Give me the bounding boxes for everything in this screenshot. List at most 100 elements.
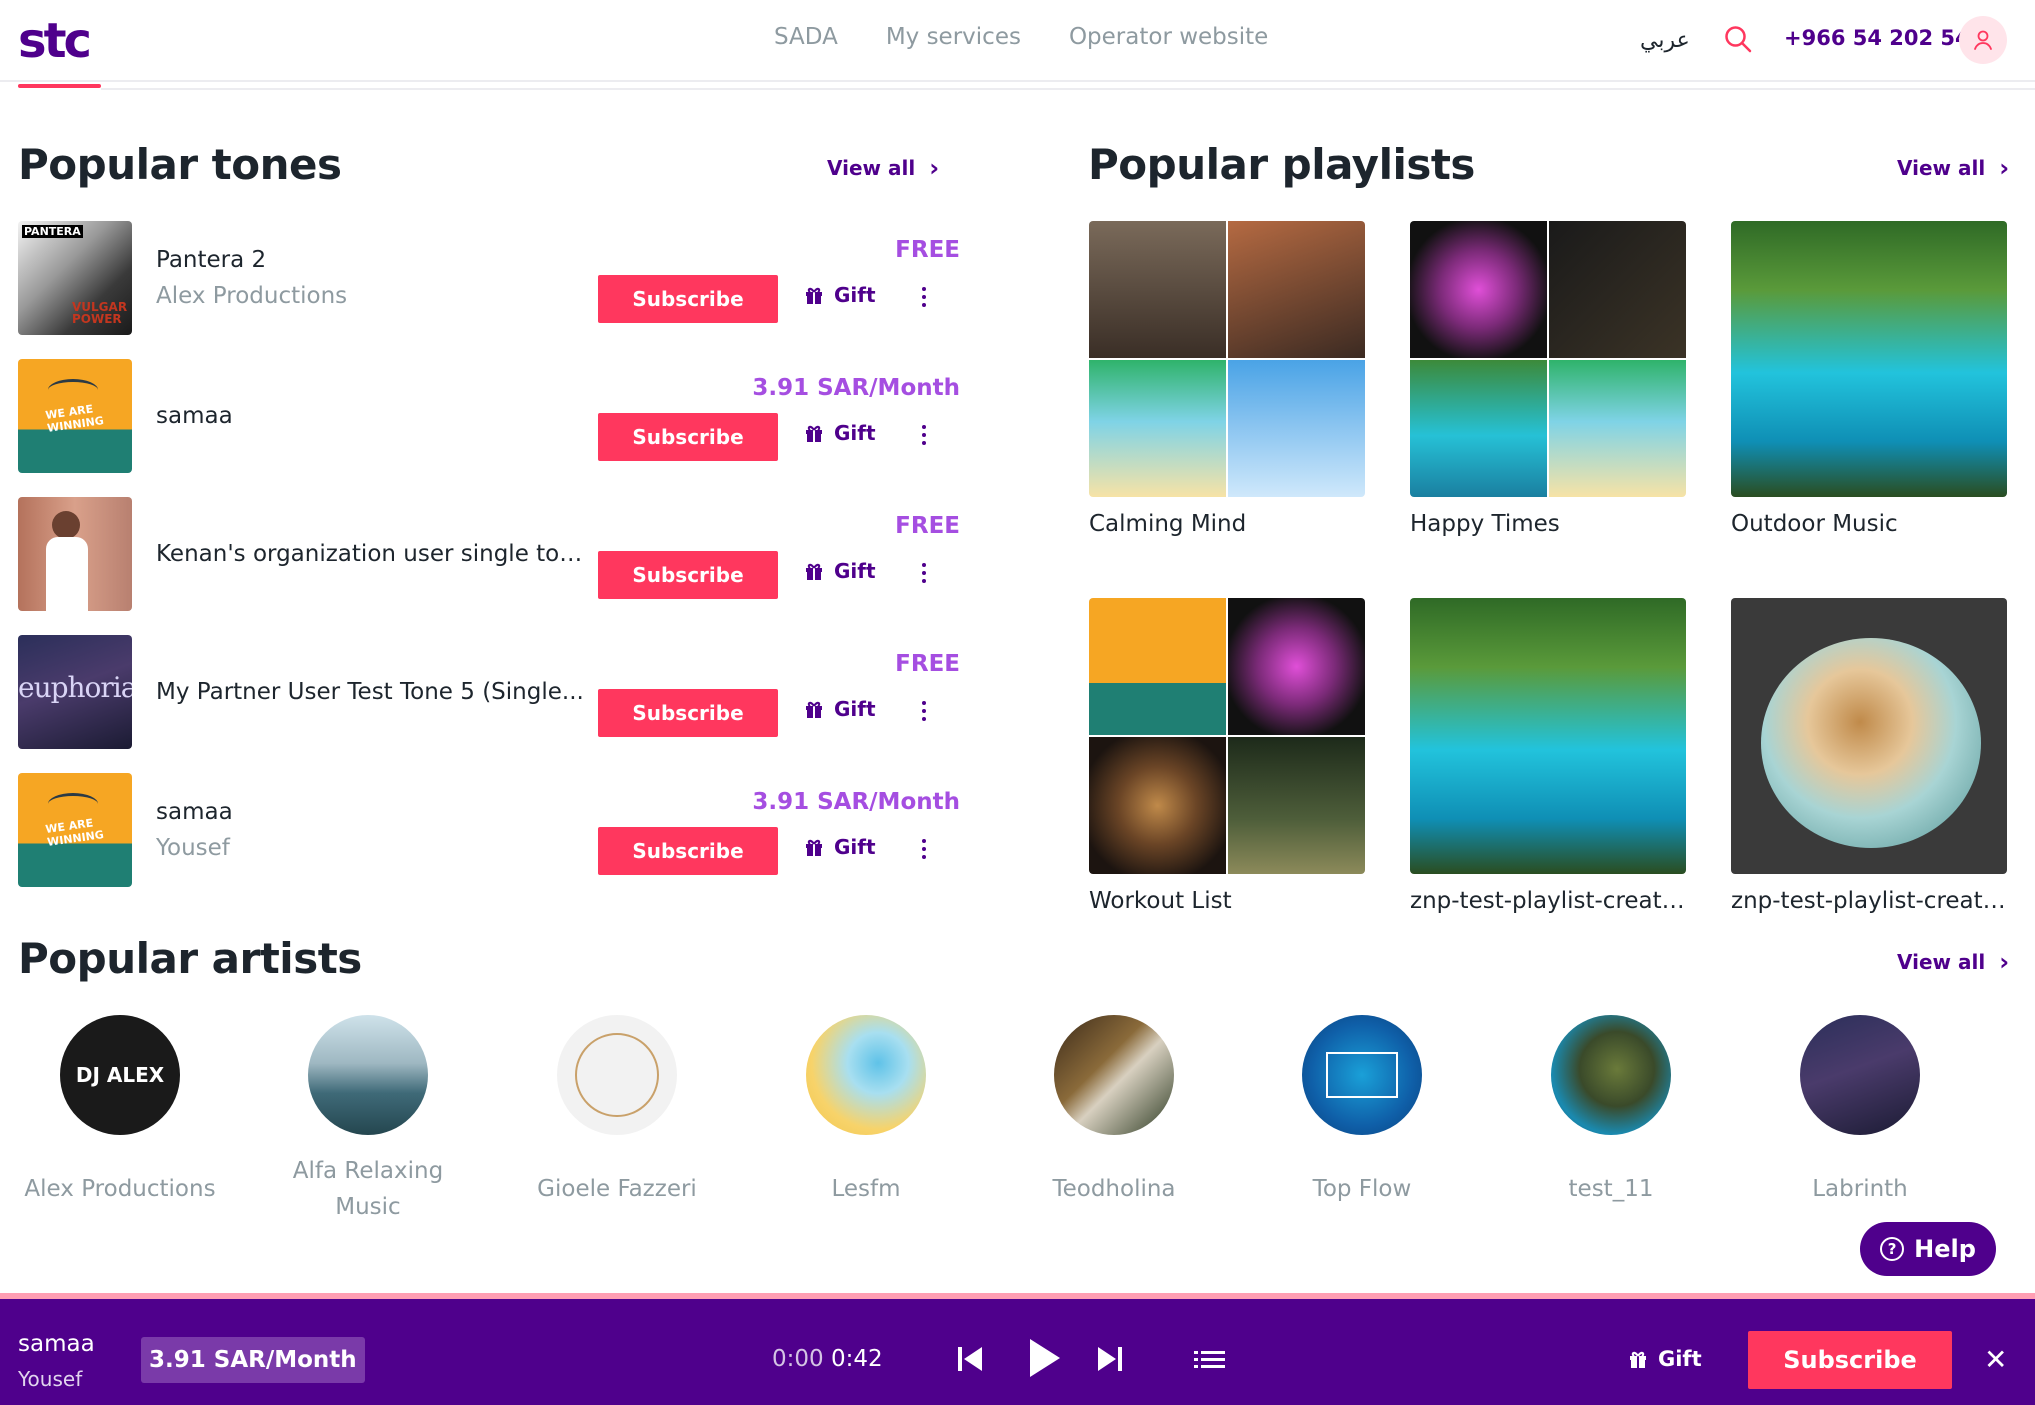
artist-avatar — [308, 1015, 428, 1135]
gift-icon — [806, 839, 822, 856]
tone-cover-image[interactable]: PANTERA VULGAR POWER — [18, 221, 132, 335]
playlists-view-all-link[interactable]: View all › — [1897, 156, 2009, 180]
more-options-icon[interactable] — [916, 831, 932, 867]
tone-title[interactable]: My Partner User Test Tone 5 (Single... — [156, 679, 596, 705]
play-icon[interactable] — [1024, 1335, 1064, 1381]
artist-avatar — [806, 1015, 926, 1135]
player-gift-button[interactable]: Gift — [1628, 1347, 1702, 1371]
subscribe-button[interactable]: Subscribe — [598, 275, 778, 323]
tone-row: WE ARE WINNING samaa 3.91 SAR/Month Subs… — [18, 359, 960, 475]
next-track-icon[interactable] — [1092, 1339, 1128, 1379]
tone-title[interactable]: samaa — [156, 403, 596, 429]
artist-card[interactable]: Lesfm — [766, 1015, 966, 1207]
artist-name: Teodholina — [1052, 1176, 1176, 1202]
tone-price: FREE — [895, 513, 960, 539]
playlist-card[interactable]: Happy Times — [1410, 221, 1686, 537]
tone-cover-image[interactable]: euphoria — [18, 635, 132, 749]
close-icon[interactable]: ✕ — [1984, 1343, 2007, 1376]
nav-sada[interactable]: SADA — [774, 24, 838, 50]
artist-avatar — [1551, 1015, 1671, 1135]
tone-title[interactable]: samaa — [156, 799, 596, 825]
subscribe-button[interactable]: Subscribe — [598, 551, 778, 599]
artist-name: Alex Productions — [24, 1176, 216, 1202]
tone-title[interactable]: Pantera 2 — [156, 247, 596, 273]
popular-tones-title: Popular tones — [18, 140, 342, 189]
user-icon — [1974, 30, 1992, 50]
playlist-title: Calming Mind — [1089, 511, 1247, 537]
subscribe-button[interactable]: Subscribe — [598, 689, 778, 737]
mini-player: samaa Yousef 3.91 SAR/Month 0:00 0:42 Gi… — [0, 1293, 2035, 1405]
tones-view-all-link[interactable]: View all › — [827, 156, 939, 180]
player-track-artist[interactable]: Yousef — [18, 1367, 82, 1391]
artist-name: Lesfm — [831, 1176, 901, 1202]
artist-card[interactable]: Gioele Fazzeri — [517, 1015, 717, 1207]
artist-card[interactable]: test_11 — [1511, 1015, 1711, 1207]
player-progress-bar[interactable] — [0, 1293, 2035, 1299]
player-time: 0:00 0:42 — [772, 1346, 883, 1372]
view-all-label: View all — [827, 156, 916, 180]
language-switch[interactable]: عربي — [1640, 28, 1690, 53]
gift-button[interactable]: Gift — [804, 421, 876, 445]
gift-icon — [806, 425, 822, 442]
tone-title[interactable]: Kenan's organization user single tone... — [156, 541, 596, 567]
playlist-card[interactable]: znp-test-playlist-create... — [1410, 598, 1686, 914]
queue-list-icon[interactable] — [1192, 1339, 1228, 1379]
chevron-right-icon: › — [1999, 154, 2010, 182]
gift-button[interactable]: Gift — [804, 835, 876, 859]
subscribe-button[interactable]: Subscribe — [598, 827, 778, 875]
more-options-icon[interactable] — [916, 693, 932, 729]
artist-avatar — [1302, 1015, 1422, 1135]
tone-artist[interactable]: Yousef — [156, 835, 230, 861]
previous-track-icon[interactable] — [952, 1339, 988, 1379]
tone-price: FREE — [895, 237, 960, 263]
playlist-card[interactable]: Workout List — [1089, 598, 1365, 914]
artist-card[interactable]: Teodholina — [1014, 1015, 1214, 1207]
tone-row: euphoria My Partner User Test Tone 5 (Si… — [18, 635, 960, 751]
playlist-cover-image — [1089, 598, 1365, 874]
tone-artist[interactable]: Alex Productions — [156, 283, 347, 309]
view-all-label: View all — [1897, 156, 1986, 180]
nav-my-services[interactable]: My services — [886, 24, 1021, 50]
popular-playlists-title: Popular playlists — [1088, 140, 1475, 189]
help-label: Help — [1914, 1235, 1976, 1263]
tone-row: PANTERA VULGAR POWER Pantera 2 Alex Produ… — [18, 221, 960, 337]
gift-label: Gift — [834, 421, 876, 445]
playlist-card[interactable]: znp-test-playlist-create... — [1731, 598, 2007, 914]
playlist-card[interactable]: Calming Mind — [1089, 221, 1365, 537]
artists-view-all-link[interactable]: View all › — [1897, 950, 2009, 974]
search-icon[interactable] — [1723, 24, 1753, 54]
artist-avatar — [1054, 1015, 1174, 1135]
gift-icon — [806, 563, 822, 580]
playlist-card[interactable]: Outdoor Music — [1731, 221, 2007, 537]
tone-cover-image[interactable]: WE ARE WINNING — [18, 359, 132, 473]
gift-button[interactable]: Gift — [804, 559, 876, 583]
tone-price: 3.91 SAR/Month — [752, 789, 960, 815]
chevron-right-icon: › — [1999, 948, 2010, 976]
popular-artists-title: Popular artists — [18, 934, 362, 983]
help-button[interactable]: ? Help — [1860, 1222, 1996, 1276]
artist-name: Top Flow — [1312, 1176, 1412, 1202]
user-avatar[interactable] — [1959, 16, 2007, 64]
artist-card[interactable]: Labrinth — [1760, 1015, 1960, 1207]
more-options-icon[interactable] — [916, 555, 932, 591]
artist-card[interactable]: Top Flow — [1262, 1015, 1462, 1207]
player-track-title[interactable]: samaa — [18, 1331, 95, 1357]
artist-card[interactable]: DJ ALEX Alex Productions — [20, 1015, 220, 1207]
subscribe-button[interactable]: Subscribe — [598, 413, 778, 461]
artist-name: Labrinth — [1812, 1176, 1908, 1202]
playlist-title: Outdoor Music — [1731, 511, 1898, 537]
stc-logo[interactable]: stc — [18, 14, 92, 68]
playlist-cover-image — [1410, 598, 1686, 874]
more-options-icon[interactable] — [916, 279, 932, 315]
gift-button[interactable]: Gift — [804, 283, 876, 307]
gift-button[interactable]: Gift — [804, 697, 876, 721]
header-divider — [101, 88, 2035, 90]
player-subscribe-button[interactable]: Subscribe — [1748, 1331, 1952, 1389]
artist-card[interactable]: Alfa Relaxing Music — [268, 1015, 468, 1225]
gift-label: Gift — [834, 283, 876, 307]
artist-avatar: DJ ALEX — [60, 1015, 180, 1135]
nav-operator-website[interactable]: Operator website — [1069, 24, 1268, 50]
tone-cover-image[interactable]: WE ARE WINNING — [18, 773, 132, 887]
more-options-icon[interactable] — [916, 417, 932, 453]
tone-cover-image[interactable] — [18, 497, 132, 611]
